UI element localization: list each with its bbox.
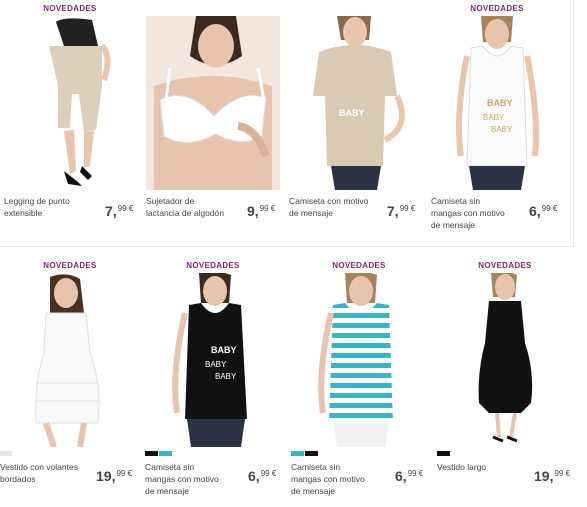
product-image[interactable]: BABY BABY BABY (431, 16, 563, 190)
color-swatch[interactable] (0, 451, 12, 456)
novedades-badge: NOVEDADES (478, 261, 532, 270)
product-image[interactable]: BABY BABY BABY (145, 273, 281, 447)
product-price: 6,99 € (529, 203, 558, 219)
product-title[interactable]: Camiseta sin mangas con motivo de mensaj… (145, 461, 225, 497)
novedades-badge: NOVEDADES (186, 261, 240, 270)
color-swatches[interactable] (291, 451, 318, 456)
product-price: 9,99 € (247, 203, 276, 219)
product-title[interactable]: Vestido con volantes bordados (0, 461, 80, 485)
product-title[interactable]: Legging de punto extensible (4, 195, 84, 219)
svg-text:BABY: BABY (483, 113, 505, 122)
product-title[interactable]: Camiseta sin mangas con motivo de mensaj… (291, 461, 371, 497)
svg-text:BABY: BABY (339, 108, 365, 118)
product-title[interactable]: Camiseta con motivo de mensaje (289, 195, 369, 219)
color-swatches[interactable] (437, 451, 450, 456)
svg-text:BABY: BABY (491, 125, 513, 134)
svg-text:BABY: BABY (215, 372, 237, 381)
product-title[interactable]: Camiseta sin mangas con motivo de mensaj… (431, 195, 511, 231)
product-price: 7,99 € (105, 203, 134, 219)
color-swatch-black[interactable] (437, 451, 450, 456)
product-price: 19,99 € (96, 468, 133, 484)
product-price: 6,99 € (248, 468, 277, 484)
product-price: 7,99 € (387, 203, 416, 219)
product-card-ruffle-dress[interactable]: NOVEDADES Vestido con volantes bordados … (0, 257, 136, 507)
product-image[interactable] (4, 16, 137, 190)
product-title[interactable]: Sujetador de lactancia de algodón (146, 195, 226, 219)
svg-text:BABY: BABY (205, 360, 227, 369)
product-card-long-dress[interactable]: NOVEDADES Vestido largo 19,99 € (437, 257, 573, 507)
svg-text:BABY: BABY (211, 345, 237, 355)
product-card-tank-black[interactable]: NOVEDADES BABY BABY BABY Camiseta sin ma… (145, 257, 281, 507)
product-card-legging[interactable]: Legging de punto extensible 7,99 € (4, 0, 137, 240)
color-swatches[interactable] (145, 451, 172, 456)
product-image[interactable]: BABY (289, 16, 421, 190)
product-image[interactable] (437, 273, 573, 447)
product-image[interactable] (291, 273, 427, 447)
product-price: 6,99 € (395, 468, 424, 484)
product-price: 19,99 € (534, 468, 571, 484)
novedades-badge: NOVEDADES (332, 261, 386, 270)
color-swatch-black[interactable] (305, 451, 318, 456)
novedades-badge: NOVEDADES (470, 4, 524, 13)
svg-text:BABY: BABY (487, 98, 513, 108)
color-swatches[interactable] (0, 451, 12, 456)
color-swatch-teal[interactable] (159, 451, 172, 456)
product-card-tank-striped[interactable]: NOVEDADES Camiseta sin mangas con motivo… (291, 257, 427, 507)
product-image[interactable] (146, 16, 280, 190)
novedades-badge: NOVEDADES (43, 261, 97, 270)
product-title[interactable]: Vestido largo (437, 461, 517, 473)
product-card-tank-white[interactable]: NOVEDADES BABY BABY BABY Camiseta sin ma… (431, 0, 563, 240)
color-swatch-teal[interactable] (291, 451, 304, 456)
product-card-tshirt[interactable]: BABY Camiseta con motivo de mensaje 7,99… (289, 0, 421, 240)
product-card-nursing-bra[interactable]: Sujetador de lactancia de algodón 9,99 € (146, 0, 280, 240)
product-image[interactable] (6, 273, 136, 447)
color-swatch-black[interactable] (145, 451, 158, 456)
